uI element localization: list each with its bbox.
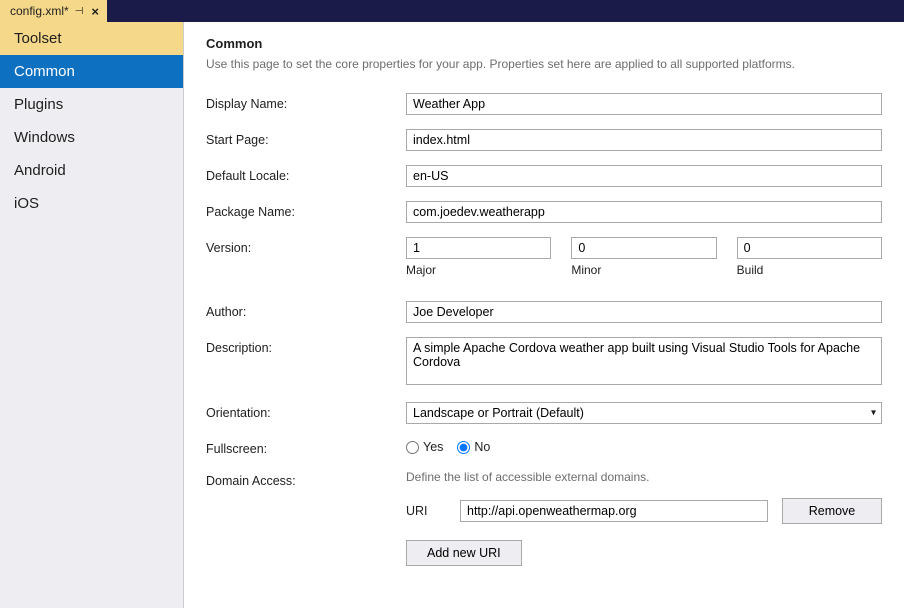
sidebar-item-common[interactable]: Common — [0, 55, 183, 88]
sidebar: Toolset Common Plugins Windows Android i… — [0, 22, 184, 608]
page-description: Use this page to set the core properties… — [206, 57, 882, 71]
uri-label: URI — [406, 504, 446, 518]
defaultlocale-label: Default Locale: — [206, 165, 406, 183]
sidebar-item-windows[interactable]: Windows — [0, 121, 183, 154]
fullscreen-yes-radio[interactable]: Yes — [406, 440, 443, 454]
author-label: Author: — [206, 301, 406, 319]
startpage-input[interactable] — [406, 129, 882, 151]
close-icon[interactable]: × — [89, 4, 101, 19]
version-build-input[interactable] — [737, 237, 882, 259]
packagename-input[interactable] — [406, 201, 882, 223]
displayname-label: Display Name: — [206, 93, 406, 111]
content-area: Common Use this page to set the core pro… — [184, 22, 904, 608]
domainaccess-label: Domain Access: — [206, 470, 406, 488]
title-bar: config.xml* ⊣ × — [0, 0, 904, 22]
remove-button[interactable]: Remove — [782, 498, 882, 524]
author-input[interactable] — [406, 301, 882, 323]
sidebar-item-toolset[interactable]: Toolset — [0, 22, 183, 55]
sidebar-item-plugins[interactable]: Plugins — [0, 88, 183, 121]
page-header: Common — [206, 36, 882, 51]
defaultlocale-input[interactable] — [406, 165, 882, 187]
version-major-input[interactable] — [406, 237, 551, 259]
sidebar-item-ios[interactable]: iOS — [0, 187, 183, 220]
domain-hint: Define the list of accessible external d… — [406, 470, 882, 484]
fullscreen-no-radio[interactable]: No — [457, 440, 490, 454]
description-textarea[interactable]: A simple Apache Cordova weather app buil… — [406, 337, 882, 385]
orientation-select[interactable]: Landscape or Portrait (Default) — [406, 402, 882, 424]
add-uri-button[interactable]: Add new URI — [406, 540, 522, 566]
version-label: Version: — [206, 237, 406, 255]
startpage-label: Start Page: — [206, 129, 406, 147]
version-minor-input[interactable] — [571, 237, 716, 259]
packagename-label: Package Name: — [206, 201, 406, 219]
uri-input[interactable] — [460, 500, 768, 522]
displayname-input[interactable] — [406, 93, 882, 115]
version-major-label: Major — [406, 263, 551, 277]
pin-icon[interactable]: ⊣ — [75, 6, 84, 17]
version-build-label: Build — [737, 263, 882, 277]
orientation-label: Orientation: — [206, 402, 406, 420]
document-tab[interactable]: config.xml* ⊣ × — [0, 0, 107, 22]
fullscreen-label: Fullscreen: — [206, 438, 406, 456]
description-label: Description: — [206, 337, 406, 355]
sidebar-item-android[interactable]: Android — [0, 154, 183, 187]
version-minor-label: Minor — [571, 263, 716, 277]
tab-title: config.xml* — [10, 4, 69, 18]
